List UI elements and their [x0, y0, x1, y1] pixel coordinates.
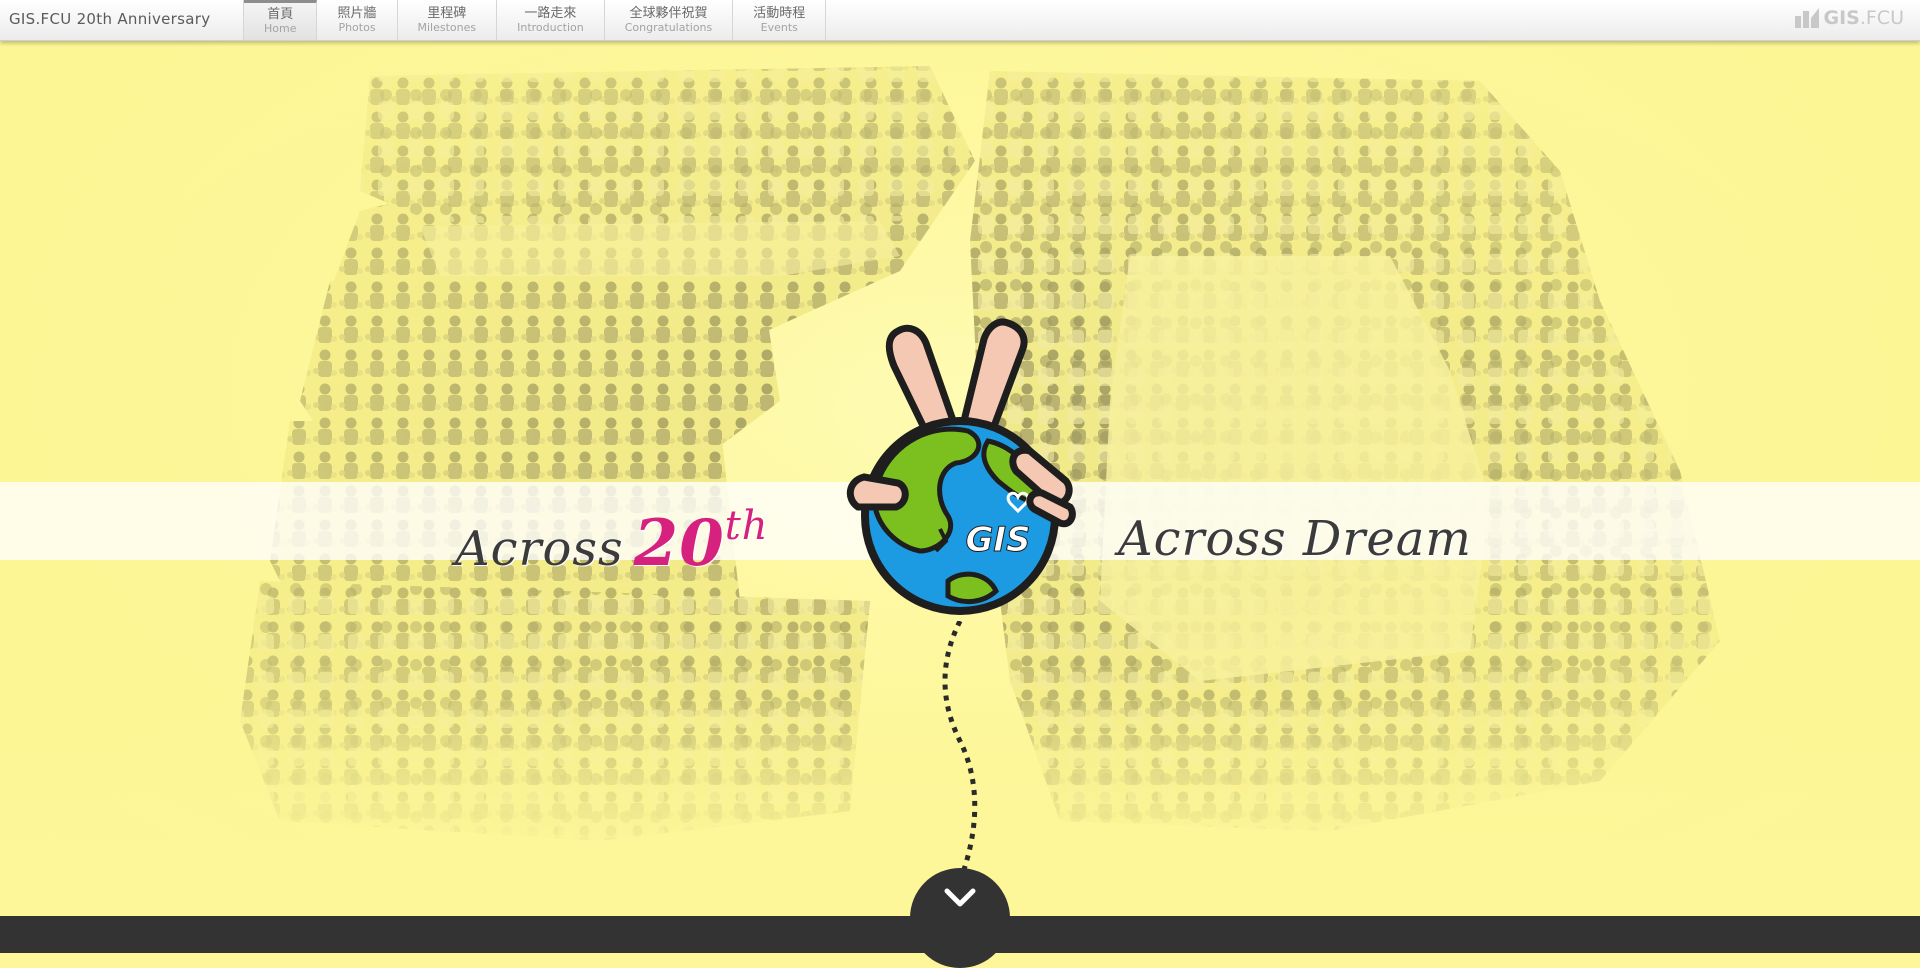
- site-title[interactable]: GIS.FCU 20th Anniversary: [9, 10, 210, 28]
- chevron-down-icon: [944, 888, 976, 907]
- brand-text-thin: .FCU: [1859, 7, 1904, 29]
- peace-hand-globe-icon: GIS: [846, 318, 1076, 615]
- nav-label-en: Home: [264, 22, 297, 35]
- hero-section: Across 20th Across Dream GIS: [0, 41, 1920, 916]
- nav-item-introduction[interactable]: 一路走來 Introduction: [497, 0, 605, 40]
- nav-label-zh: 里程碑: [427, 5, 467, 21]
- gis-fcu-logo-icon: [1795, 8, 1820, 28]
- top-navigation-bar: GIS.FCU 20th Anniversary 首頁 Home 照片牆 Pho…: [0, 0, 1920, 41]
- nav-item-milestones[interactable]: 里程碑 Milestones: [398, 0, 498, 40]
- nav-label-zh: 首頁: [267, 7, 294, 22]
- nav-label-zh: 全球夥伴祝賀: [629, 5, 708, 21]
- nav-label-en: Events: [760, 20, 798, 34]
- tagline-left: Across 20th: [455, 503, 769, 581]
- nav-label-en: Milestones: [417, 20, 477, 34]
- tagline-right: Across Dream: [1118, 511, 1472, 567]
- nav-item-home[interactable]: 首頁 Home: [244, 0, 318, 40]
- tagline-suffix: th: [724, 503, 769, 549]
- nav-item-events[interactable]: 活動時程 Events: [733, 0, 827, 40]
- nav-label-en: Photos: [338, 20, 376, 34]
- brand-logo[interactable]: GIS.FCU: [1795, 7, 1904, 29]
- tagline-number: 20: [633, 506, 725, 581]
- tagline-across: Across: [455, 521, 624, 577]
- scroll-down-button[interactable]: [910, 868, 1010, 968]
- logo-gis-text: GIS: [965, 520, 1030, 560]
- nav-label-zh: 一路走來: [524, 5, 577, 21]
- nav-item-congratulations[interactable]: 全球夥伴祝賀 Congratulations: [605, 0, 734, 40]
- nav-label-zh: 活動時程: [753, 5, 806, 21]
- nav-label-en: Congratulations: [624, 20, 713, 34]
- brand-text-bold: GIS: [1823, 7, 1860, 29]
- nav-item-photos[interactable]: 照片牆 Photos: [317, 0, 398, 40]
- nav-label-zh: 照片牆: [337, 5, 377, 21]
- main-nav: 首頁 Home 照片牆 Photos 里程碑 Milestones 一路走來 I…: [243, 0, 827, 40]
- dotted-string-line: [942, 621, 978, 887]
- nav-label-en: Introduction: [517, 20, 584, 34]
